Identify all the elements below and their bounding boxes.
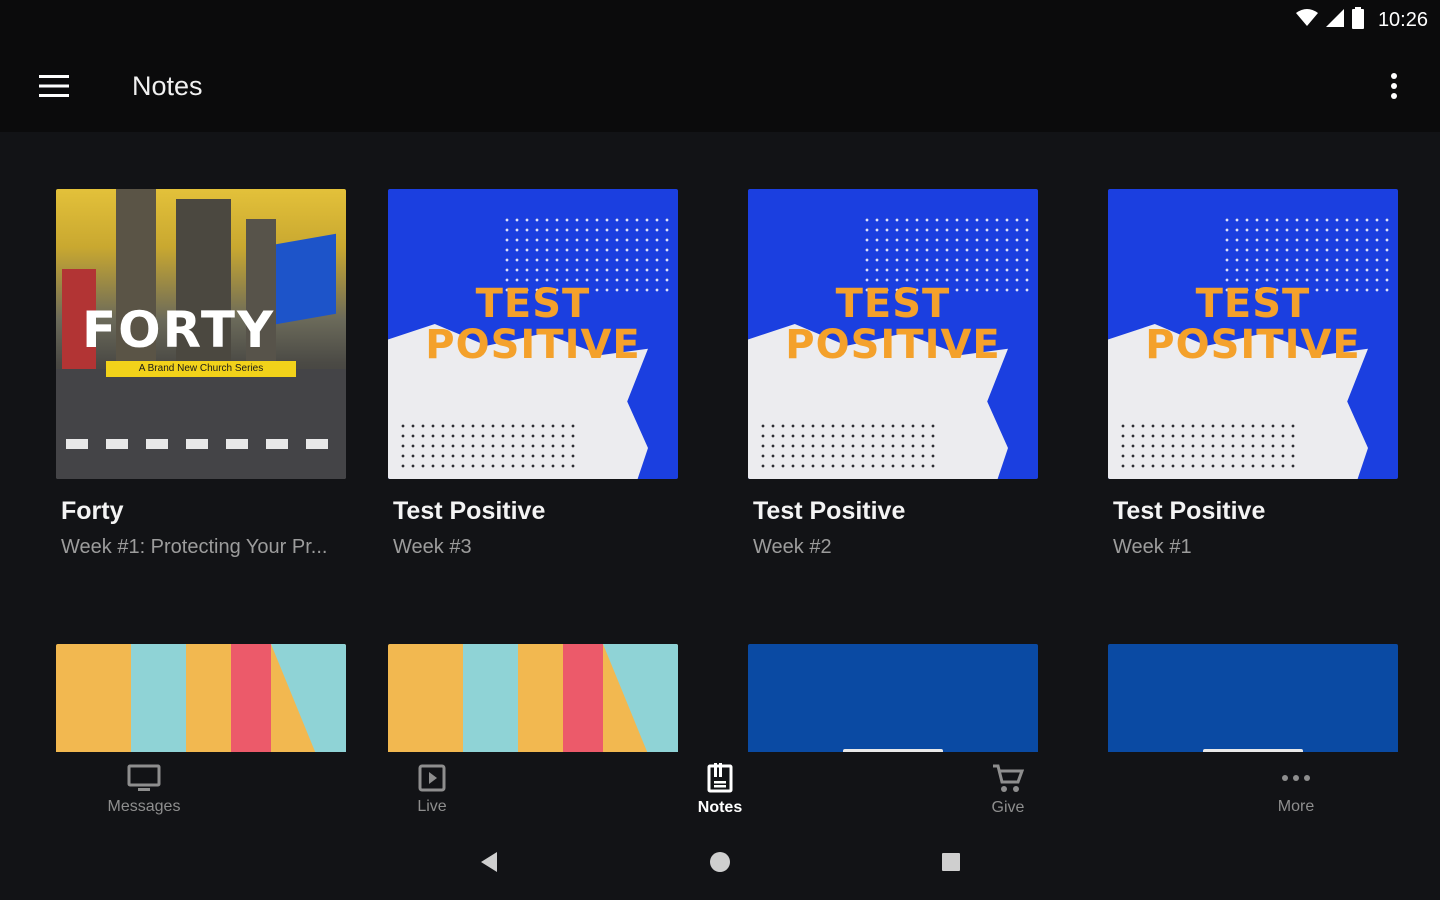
- series-card-test-positive-week-3[interactable]: TEST POSITIVE Test Positive Week #3: [388, 189, 678, 559]
- series-title: Test Positive: [753, 497, 906, 525]
- notes-grid: FORTY A Brand New Church Series Forty We…: [0, 132, 1440, 752]
- overflow-menu-button[interactable]: [1348, 40, 1440, 132]
- series-subtitle: Week #1: Protecting Your Pr...: [61, 536, 328, 558]
- nav-item-live[interactable]: Live: [288, 752, 576, 828]
- series-subtitle: Week #1: [1113, 536, 1192, 558]
- series-artwork: [56, 644, 346, 752]
- app-bar: Notes: [0, 40, 1440, 132]
- back-triangle-icon: [481, 851, 497, 872]
- artwork-title-line1: TEST: [1195, 281, 1311, 327]
- artwork-title-line2: POSITIVE: [1145, 322, 1361, 368]
- series-title: Test Positive: [393, 497, 546, 525]
- series-artwork: [748, 644, 1038, 752]
- nav-item-more[interactable]: More: [1152, 752, 1440, 828]
- signal-icon: [1325, 8, 1344, 32]
- artwork-title-line1: TEST: [475, 281, 591, 327]
- artwork-title: FORTY: [82, 301, 276, 359]
- artwork-title-line1: TEST: [835, 281, 951, 327]
- nav-label: Give: [991, 799, 1025, 816]
- status-bar: 10:26: [0, 0, 1440, 40]
- recents-button[interactable]: [941, 852, 961, 877]
- monitor-icon: [127, 764, 161, 791]
- nav-item-notes[interactable]: Notes: [576, 752, 864, 828]
- hamburger-menu-icon: [39, 75, 69, 97]
- series-card[interactable]: [748, 644, 1038, 752]
- series-card-forty[interactable]: FORTY A Brand New Church Series Forty We…: [56, 189, 346, 559]
- clock: 10:26: [1377, 8, 1428, 31]
- bottom-navigation: Messages Live Notes Give More: [0, 752, 1440, 828]
- page-title: Notes: [132, 70, 203, 101]
- series-artwork: TEST POSITIVE: [388, 189, 678, 479]
- more-horizontal-icon: [1282, 775, 1310, 781]
- nav-item-give[interactable]: Give: [864, 752, 1152, 828]
- home-circle-icon: [710, 851, 730, 872]
- nav-label: Messages: [107, 798, 181, 815]
- home-button[interactable]: [709, 851, 731, 878]
- series-card[interactable]: [56, 644, 346, 752]
- nav-label: More: [1277, 798, 1315, 815]
- battery-icon: [1351, 6, 1364, 34]
- nav-item-messages[interactable]: Messages: [0, 752, 288, 828]
- series-artwork: TEST POSITIVE: [1108, 189, 1398, 479]
- series-card[interactable]: [1108, 644, 1398, 752]
- back-button[interactable]: [479, 851, 499, 878]
- play-icon: [418, 764, 446, 792]
- series-card[interactable]: [388, 644, 678, 752]
- series-card-test-positive-week-2[interactable]: TEST POSITIVE Test Positive Week #2: [748, 189, 1038, 559]
- artwork-title-line2: POSITIVE: [425, 322, 641, 368]
- notes-icon: [707, 763, 733, 793]
- series-subtitle: Week #2: [753, 536, 832, 558]
- series-title: Test Positive: [1113, 497, 1266, 525]
- nav-label: Live: [417, 798, 447, 815]
- wifi-icon: [1295, 8, 1318, 32]
- series-title: Forty: [61, 497, 124, 525]
- series-artwork: FORTY A Brand New Church Series: [56, 189, 346, 479]
- artwork-tagline: A Brand New Church Series: [106, 361, 296, 377]
- cart-icon: [993, 764, 1024, 792]
- recents-square-icon: [942, 852, 960, 871]
- series-artwork: [388, 644, 678, 752]
- series-card-test-positive-week-1[interactable]: TEST POSITIVE Test Positive Week #1: [1108, 189, 1398, 559]
- nav-label: Notes: [697, 799, 743, 816]
- series-artwork: [1108, 644, 1398, 752]
- series-artwork: TEST POSITIVE: [748, 189, 1038, 479]
- artwork-title-line2: POSITIVE: [785, 322, 1001, 368]
- series-subtitle: Week #3: [393, 536, 472, 558]
- menu-button[interactable]: [0, 40, 108, 132]
- more-vertical-icon: [1391, 73, 1397, 99]
- system-navigation-bar: [0, 828, 1440, 900]
